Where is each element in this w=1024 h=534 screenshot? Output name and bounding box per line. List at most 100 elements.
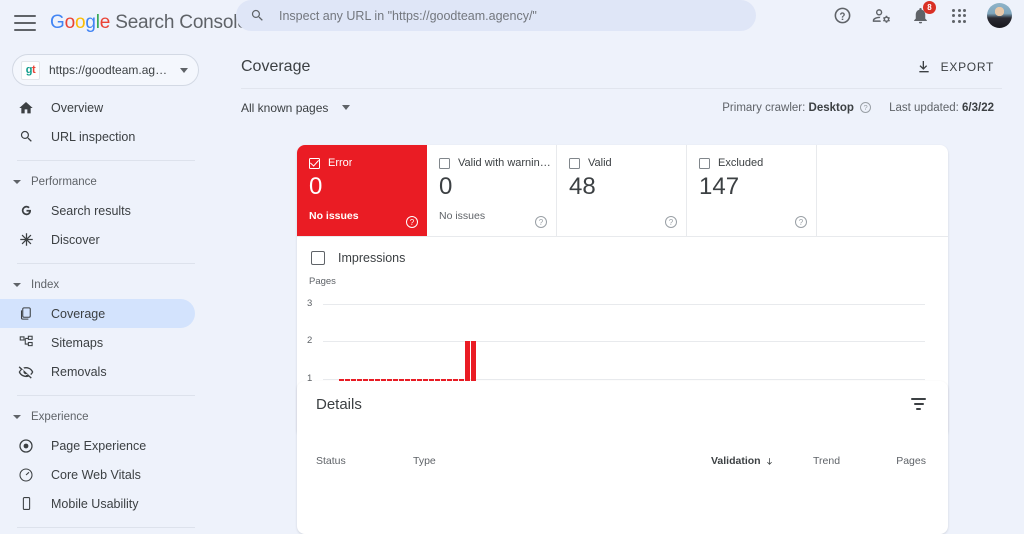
google-apps-grid-icon[interactable] [948,5,970,27]
google-g-icon [17,202,35,220]
property-selector[interactable]: gt https://goodteam.ag… [12,54,199,86]
status-card-error[interactable]: Error 0 No issues ? [297,145,427,236]
last-updated-label: Last updated: [889,101,959,114]
details-column-headers: Status Type Validation Trend Pages [297,427,948,467]
sidebar-item-label: Coverage [51,306,106,321]
help-icon[interactable]: ? [406,216,418,228]
help-icon[interactable]: ? [860,101,872,113]
status-card-excluded[interactable]: Excluded 147 ? [687,145,817,236]
sidebar-item-overview[interactable]: Overview [0,93,195,122]
brand-logo: Google Search Console [50,12,248,34]
user-avatar[interactable] [987,3,1012,28]
column-header-type[interactable]: Type [413,455,711,467]
notifications-bell-icon[interactable]: 8 [909,0,936,27]
sidebar-item-page-experience[interactable]: Page Experience [0,431,195,460]
chevron-down-icon [13,415,21,419]
sidebar-group-performance[interactable]: Performance [0,170,213,194]
status-card-valid-with-warnings[interactable]: Valid with warnin… 0 No issues ? [427,145,557,236]
details-title: Details [316,395,362,413]
coverage-pages-icon [17,305,35,323]
column-header-trend[interactable]: Trend [813,455,892,467]
status-card-checkbox[interactable] [309,157,320,169]
sidebar-group-label: Index [31,279,60,291]
search-icon [251,9,263,21]
sidebar-group-label: Experience [31,411,89,423]
home-icon [17,99,35,117]
property-name: https://goodteam.ag… [49,63,168,77]
product-name: Search Console [115,11,248,33]
filter-label: All known pages [241,100,329,115]
status-card-valid[interactable]: Valid 48 ? [557,145,687,236]
details-panel: Details Status Type Validation Trend Pag… [297,381,948,534]
sidebar-item-mobile-usability[interactable]: Mobile Usability [0,489,195,518]
sidebar-group-experience[interactable]: Experience [0,405,213,429]
last-updated: Last updated: 6/3/22 [889,102,994,114]
search-placeholder: Inspect any URL in "https://goodteam.age… [279,8,537,23]
crawler-meta: Primary crawler: Desktop ? Last updated:… [722,102,994,114]
mobile-device-icon [17,495,35,513]
main-content: Coverage EXPORT All known pages Primary … [213,45,1024,534]
filter-icon[interactable] [911,397,926,411]
removals-eye-off-icon [17,363,35,381]
top-bar-actions: 8 [831,0,1012,31]
impressions-checkbox[interactable] [311,251,325,265]
sidebar-item-core-web-vitals[interactable]: Core Web Vitals [0,460,195,489]
status-card-value: 147 [699,173,740,200]
sidebar-group-label: Performance [31,176,97,188]
menu-hamburger-icon[interactable] [14,14,36,31]
chart-y-tick: 3 [307,298,313,309]
sidebar-item-label: Sitemaps [51,335,104,350]
sidebar-divider [17,160,195,161]
impressions-label: Impressions [338,251,406,265]
sitemaps-icon [17,334,35,352]
help-icon[interactable]: ? [535,216,547,228]
sidebar-item-search-results[interactable]: Search results [0,196,195,225]
property-favicon: gt [21,60,40,80]
column-header-validation-label: Validation [711,455,761,467]
sidebar-item-discover[interactable]: Discover [0,225,195,254]
sidebar-item-removals[interactable]: Removals [0,357,195,386]
account-settings-icon[interactable] [870,5,892,27]
status-card-name: Error [328,157,353,169]
column-header-status[interactable]: Status [316,455,413,467]
known-pages-filter[interactable]: All known pages [241,100,351,115]
export-button[interactable]: EXPORT [916,59,994,75]
primary-crawler: Primary crawler: Desktop ? [722,101,872,114]
sidebar-item-label: Discover [51,232,100,247]
status-card-checkbox[interactable] [699,157,710,169]
chevron-down-icon [342,105,351,110]
core-web-vitals-gauge-icon [17,466,35,484]
sidebar-navigation: gt https://goodteam.ag… Overview URL ins… [0,45,213,534]
sidebar-group-index[interactable]: Index [0,273,213,297]
url-inspection-search[interactable]: Inspect any URL in "https://goodteam.age… [236,0,756,31]
status-card-value: 48 [569,173,596,200]
help-icon[interactable]: ? [795,216,807,228]
page-title: Coverage [241,57,311,75]
download-icon [919,60,929,72]
status-card-name: Excluded [718,157,764,169]
discover-star-icon [17,231,35,249]
sidebar-divider [17,263,195,264]
sidebar-top-items: Overview URL inspection [0,93,213,151]
sidebar-divider [17,527,195,528]
sidebar-item-sitemaps[interactable]: Sitemaps [0,328,195,357]
status-card-checkbox[interactable] [439,157,450,169]
help-icon[interactable] [831,5,853,27]
column-header-pages[interactable]: Pages [892,455,926,467]
sidebar-item-label: Search results [51,203,131,218]
status-card-value: 0 [439,173,453,200]
sidebar-item-coverage[interactable]: Coverage [0,299,195,328]
notification-badge: 8 [923,0,936,14]
search-console-page: Google Search Console Inspect any URL in… [0,0,1024,534]
impressions-toggle[interactable]: Impressions [297,251,948,265]
status-card-checkbox[interactable] [569,157,580,169]
column-header-validation[interactable]: Validation [711,455,813,467]
sidebar-item-label: Mobile Usability [51,496,139,511]
sidebar-item-label: Overview [51,100,104,115]
search-icon [17,128,35,146]
sidebar-item-url-inspection[interactable]: URL inspection [0,122,195,151]
help-icon[interactable]: ? [665,216,677,228]
status-card-value: 0 [309,173,323,200]
sidebar-divider [17,395,195,396]
chevron-down-icon [13,283,21,287]
